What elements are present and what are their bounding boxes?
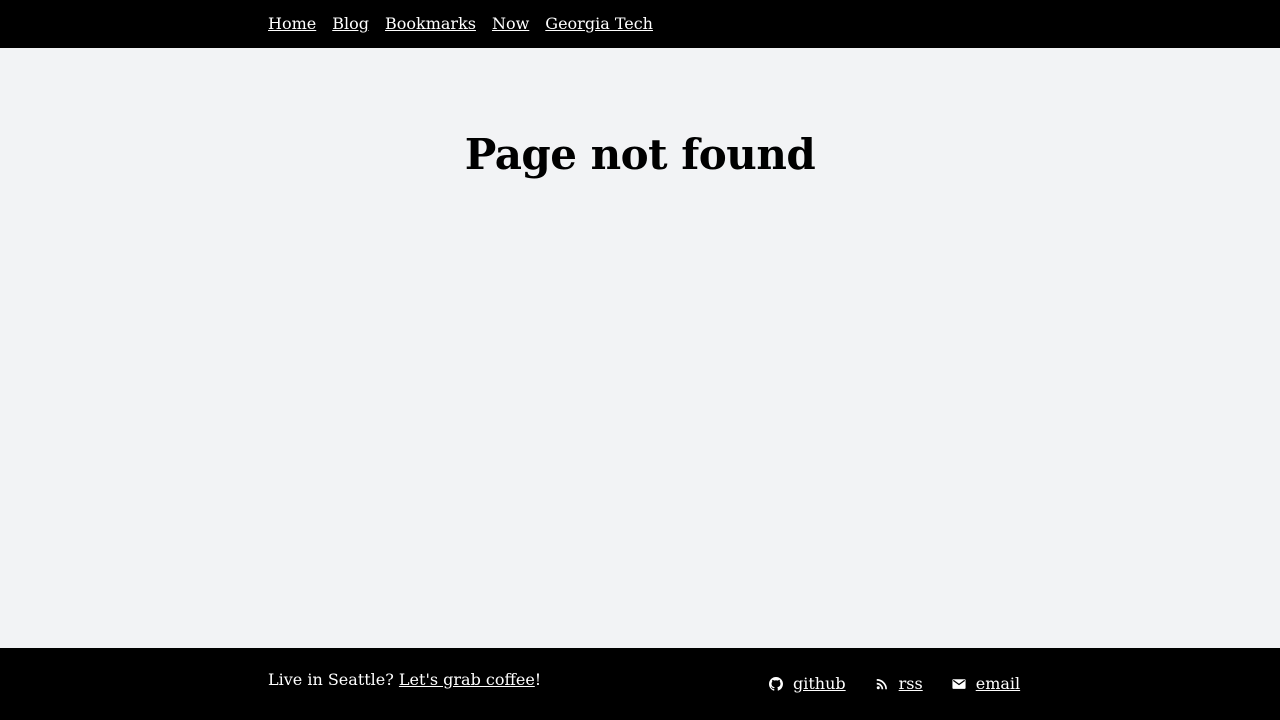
nav-link-now[interactable]: Now (492, 13, 529, 35)
footer-coffee-note: Live in Seattle? Let's grab coffee! (268, 669, 541, 691)
footer-suffix-text: ! (534, 670, 542, 689)
github-link[interactable]: github (768, 673, 846, 695)
github-link-label: github (793, 674, 846, 693)
main-nav: Home Blog Bookmarks Now Georgia Tech (268, 13, 653, 35)
rss-link-label: rss (898, 674, 923, 693)
site-footer: Live in Seattle? Let's grab coffee! gith… (0, 648, 1280, 720)
email-link[interactable]: email (951, 673, 1020, 695)
coffee-link[interactable]: Let's grab coffee (399, 670, 535, 689)
github-icon (768, 676, 784, 692)
nav-link-blog[interactable]: Blog (332, 13, 369, 35)
rss-link[interactable]: rss (874, 673, 923, 695)
top-navbar: Home Blog Bookmarks Now Georgia Tech (0, 0, 1280, 48)
nav-link-home[interactable]: Home (268, 13, 316, 35)
nav-link-georgia-tech[interactable]: Georgia Tech (545, 13, 653, 35)
page-title: Page not found (464, 130, 816, 179)
rss-icon (874, 676, 890, 692)
email-link-label: email (975, 674, 1021, 693)
footer-social-links: github rss email (768, 673, 1020, 695)
nav-link-bookmarks[interactable]: Bookmarks (385, 13, 476, 35)
mail-icon (951, 676, 967, 692)
footer-prefix-text: Live in Seattle? (268, 670, 399, 689)
main-content: Page not found (0, 48, 1280, 648)
